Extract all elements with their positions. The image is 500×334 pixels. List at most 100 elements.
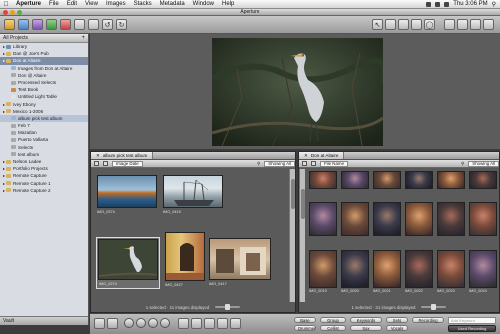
thumbnail[interactable]	[405, 171, 433, 196]
spotlight-icon[interactable]: ⚲	[492, 1, 496, 8]
disclosure-triangle-icon[interactable]: ▸	[3, 165, 5, 172]
crop-tool-button[interactable]	[385, 19, 396, 30]
new-project-button[interactable]	[4, 19, 15, 30]
thumbnail[interactable]	[437, 171, 465, 196]
thumbnail[interactable]	[405, 202, 433, 243]
sidebar-item[interactable]: ▸ Nelson Ladee	[0, 158, 88, 165]
minimize-window-icon[interactable]	[10, 10, 15, 15]
rating-down-button[interactable]	[136, 318, 146, 328]
thumbnail[interactable]	[309, 202, 337, 243]
stack-button[interactable]	[191, 318, 202, 329]
sidebar-item[interactable]: ▸ Remote Capture 1	[0, 180, 88, 187]
thumbnail[interactable]	[469, 202, 497, 243]
keyword-keywords[interactable]: Keywords	[350, 317, 382, 323]
keyword-group[interactable]: Group	[320, 317, 346, 323]
sidebar-item[interactable]: ▸ Remote Capture	[0, 172, 88, 179]
filter-select[interactable]: Showing All	[264, 160, 295, 167]
thumbnail[interactable]: IMG_0022	[405, 250, 433, 295]
thumbnail[interactable]: IMG_0023	[437, 250, 465, 295]
sidebar-item[interactable]: ▸ Mexico 1-2006	[0, 108, 88, 115]
sort-select[interactable]: Image Date	[112, 160, 143, 167]
disclosure-triangle-icon[interactable]: ▸	[3, 180, 5, 187]
keyword-sax[interactable]: Sax	[350, 325, 382, 331]
clock[interactable]: Thu 3:06 PM	[453, 1, 487, 7]
thumbnail[interactable]	[373, 171, 401, 196]
sidebar-item[interactable]: Images from Don at Altaire	[0, 65, 88, 72]
disclosure-triangle-icon[interactable]: ▸	[3, 50, 5, 57]
rotate-left-button[interactable]: ↺	[102, 19, 113, 30]
battery-icon[interactable]	[444, 1, 450, 7]
thumbnail-size-slider[interactable]	[421, 304, 447, 310]
keyword-recording[interactable]: Recording	[412, 317, 444, 323]
grid-view-icon[interactable]	[302, 161, 307, 166]
sidebar-item[interactable]: Test Book	[0, 86, 88, 93]
new-light-table-button[interactable]	[46, 19, 57, 30]
scrollbar-left[interactable]	[289, 169, 295, 302]
straighten-tool-button[interactable]	[398, 19, 409, 30]
sidebar-item[interactable]: Untitled Light Table	[0, 93, 88, 100]
select-tool-button[interactable]: ↖	[372, 19, 383, 30]
sidebar-item[interactable]: ▸ Ivey Ebony	[0, 101, 88, 108]
wifi-icon[interactable]	[426, 1, 432, 7]
keyword-drummer[interactable]: Drummer	[294, 325, 316, 331]
layout-button-4[interactable]	[483, 19, 494, 30]
tab-close-icon[interactable]: ✕	[96, 152, 100, 160]
previous-button[interactable]	[94, 318, 105, 329]
stack-button[interactable]	[88, 19, 99, 30]
disclosure-triangle-icon[interactable]: ▸	[3, 43, 5, 50]
thumbnail[interactable]: IMG_0021	[373, 250, 401, 295]
zoom-window-icon[interactable]	[17, 10, 22, 15]
sidebar-item[interactable]: ▸ Remote Capture 2	[0, 187, 88, 194]
menu-app-name[interactable]: Aperture	[12, 0, 45, 9]
menu-file[interactable]: File	[45, 0, 63, 9]
sidebar-item[interactable]: Puerto Vallarta	[0, 136, 88, 143]
sidebar-item[interactable]: ▸ Don at Altaire	[0, 57, 88, 65]
thumbnail[interactable]	[341, 202, 369, 243]
sidebar-item[interactable]: Processed Selects	[0, 79, 88, 86]
sort-select[interactable]: File Name	[320, 160, 349, 167]
sidebar-item[interactable]: Feb 7	[0, 122, 88, 129]
thumbnail[interactable]: IMG_0024	[469, 250, 497, 295]
menu-metadata[interactable]: Metadata	[156, 0, 189, 9]
sidebar-item[interactable]: ▸ Portfolio Projects	[0, 165, 88, 172]
rotate-button[interactable]	[178, 318, 189, 329]
new-book-button[interactable]	[60, 19, 71, 30]
menu-window[interactable]: Window	[189, 0, 218, 9]
sidebar-item[interactable]: Selects	[0, 144, 88, 151]
reject-button[interactable]	[124, 318, 134, 328]
rating-up-button[interactable]	[148, 318, 158, 328]
heron-photo[interactable]	[212, 38, 383, 146]
disclosure-triangle-icon[interactable]: ▸	[3, 57, 5, 64]
disclosure-triangle-icon[interactable]: ▸	[3, 101, 5, 108]
add-keyword-field[interactable]: Add Keyword	[448, 317, 496, 324]
thumbnail[interactable]: IMG_0020	[341, 250, 369, 295]
disclosure-triangle-icon[interactable]: ▸	[3, 187, 5, 194]
sidebar-item[interactable]: test album	[0, 151, 88, 158]
add-icon[interactable]: +	[81, 34, 85, 43]
thumbnail-size-slider[interactable]	[215, 304, 241, 310]
menu-view[interactable]: View	[81, 0, 102, 9]
thumbnail[interactable]	[437, 202, 465, 243]
sidebar-item[interactable]: Don @ Altaire	[0, 72, 88, 79]
new-smart-album-button[interactable]	[32, 19, 43, 30]
search-icon[interactable]: ⚲	[257, 160, 260, 168]
thumbnail[interactable]: IMG_0374	[97, 175, 157, 215]
used-recording-button[interactable]: Used Recording	[448, 325, 496, 332]
apple-menu-icon[interactable]: 	[0, 1, 12, 8]
grid-view-icon[interactable]	[94, 161, 99, 166]
layout-button-1[interactable]	[444, 19, 455, 30]
thumbnail[interactable]	[469, 171, 497, 196]
thumbnail[interactable]	[341, 171, 369, 196]
keyword-cellist[interactable]: Cellist	[320, 325, 346, 331]
next-button[interactable]	[107, 318, 118, 329]
keyword-sets[interactable]: Sets	[386, 317, 408, 323]
list-view-icon[interactable]	[311, 161, 316, 166]
sidebar-item[interactable]: Mazatlan	[0, 129, 88, 136]
menu-images[interactable]: Images	[102, 0, 130, 9]
menu-help[interactable]: Help	[218, 0, 238, 9]
new-album-button[interactable]	[18, 19, 29, 30]
thumbnail[interactable]: IMG_0427	[165, 232, 205, 288]
thumbnail[interactable]: IMG_0019	[309, 250, 337, 295]
vault-label[interactable]: Vault	[3, 318, 14, 324]
menu-edit[interactable]: Edit	[63, 0, 81, 9]
